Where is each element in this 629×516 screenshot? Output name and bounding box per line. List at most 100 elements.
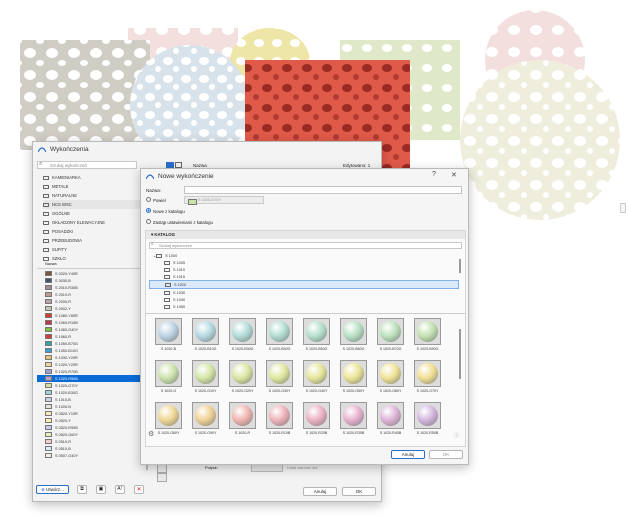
finish-swatch[interactable]: S 1020-R xyxy=(226,402,259,446)
duplicate-icon-button[interactable]: ⧉ xyxy=(77,485,87,494)
material-row[interactable]: S 1020-B30G xyxy=(37,389,145,396)
finish-swatch[interactable]: S 1020-B50G xyxy=(300,318,333,362)
material-row[interactable]: S 2010-R30B xyxy=(37,284,145,291)
material-row[interactable]: S 0507-G40Y xyxy=(37,452,145,459)
material-row[interactable]: S 1060-G40Y xyxy=(37,326,145,333)
finish-swatch[interactable]: S 1020-G70Y xyxy=(411,360,444,404)
material-row[interactable]: S 1010-B xyxy=(37,396,145,403)
material-row[interactable]: S 1080-Y80R xyxy=(37,312,145,319)
catalog-tree-scrollbar[interactable] xyxy=(459,259,461,273)
finish-swatch[interactable]: S 1020-R20B xyxy=(300,402,333,446)
material-row[interactable]: S 0020-Y40R xyxy=(37,270,145,277)
finish-swatch[interactable]: S 1020-R50B xyxy=(411,402,444,446)
finishes-search-input[interactable]: Szukaj wykończeń xyxy=(37,161,137,169)
catalog-tree-item[interactable]: S 1015 xyxy=(149,273,459,280)
material-row[interactable]: S 0520-R90B xyxy=(37,424,145,431)
material-row[interactable]: S 3030-B xyxy=(37,277,145,284)
folder-item[interactable]: OGÓLNE xyxy=(43,209,153,218)
folder-icon xyxy=(43,202,49,207)
finish-swatch[interactable]: S 1020-G10Y xyxy=(189,360,222,404)
property-checkbox-a[interactable] xyxy=(157,464,167,473)
catalog-tree-item[interactable]: S 1010 xyxy=(149,266,459,273)
material-row[interactable]: S 0515-R xyxy=(37,438,145,445)
finish-swatch[interactable]: S 1020-B xyxy=(152,318,185,362)
material-row[interactable]: S 1060-R10B xyxy=(37,319,145,326)
finish-swatch[interactable]: S 1020-G30Y xyxy=(263,360,296,404)
rename-icon-button[interactable]: Aᵀ xyxy=(115,485,125,494)
delete-icon-button[interactable]: ✕ xyxy=(134,485,144,494)
main-cancel-button[interactable]: Anuluj xyxy=(303,487,337,496)
folder-item[interactable]: METALE xyxy=(43,182,153,191)
swatch-grid-scrollbar[interactable] xyxy=(459,329,461,379)
folder-item[interactable]: OKŁADZINY ELEWACYJNE xyxy=(43,218,153,227)
material-row[interactable]: S 0520-Y xyxy=(37,417,145,424)
folder-item[interactable]: NATURALNE xyxy=(43,191,153,200)
material-row[interactable]: S 2010-R xyxy=(37,291,145,298)
new-finish-button[interactable]: ⊕ Utwórz... xyxy=(36,485,69,494)
finish-swatch[interactable]: S 1020-G50Y xyxy=(337,360,370,404)
catalog-header[interactable]: ▾ KATALOG xyxy=(146,231,465,239)
main-ok-button[interactable]: OK xyxy=(342,487,376,496)
material-row[interactable]: S 2002-Y xyxy=(37,305,145,312)
material-row[interactable]: S 1050-B10G xyxy=(37,347,145,354)
finish-swatch[interactable]: S 1020-G xyxy=(152,360,185,404)
material-row[interactable]: S 0520-G60Y xyxy=(37,431,145,438)
folder-label: METALE xyxy=(52,184,69,189)
finish-swatch[interactable]: S 1020-G60Y xyxy=(374,360,407,404)
finish-swatch[interactable]: S 1020-G20Y xyxy=(226,360,259,404)
help-icon[interactable]: ? xyxy=(432,171,436,178)
folder-icon xyxy=(164,290,170,295)
sphere-preview xyxy=(158,363,179,384)
material-row[interactable]: S 2005-R xyxy=(37,298,145,305)
finish-swatch[interactable]: S 1020-G40Y xyxy=(300,360,333,404)
material-row[interactable]: S 0520-Y10R xyxy=(37,410,145,417)
material-row[interactable]: S 1050-B70G xyxy=(37,340,145,347)
finish-swatch[interactable]: S 1020-G90Y xyxy=(189,402,222,446)
dialog-cancel-button[interactable]: Anuluj xyxy=(391,450,425,459)
finish-swatch[interactable]: S 1020-R10B xyxy=(263,402,296,446)
material-row[interactable]: S 1020-Y20R xyxy=(37,361,145,368)
duplicate-radio[interactable] xyxy=(146,197,151,202)
material-row[interactable]: S 0510-B xyxy=(37,445,145,452)
catalog-tree-item[interactable]: S 1040 xyxy=(149,296,459,303)
finish-swatch[interactable]: S 1020-R30B xyxy=(337,402,370,446)
material-row[interactable]: S 1060-R xyxy=(37,333,145,340)
name-input[interactable] xyxy=(184,186,462,194)
catalog-tree-item[interactable]: S 1030 xyxy=(149,289,459,296)
finish-swatch[interactable]: S 1020-B70G xyxy=(374,318,407,362)
settings-gear-icon[interactable]: ⚙ xyxy=(148,430,154,438)
material-row[interactable]: S 1020-G70Y xyxy=(37,382,145,389)
folder-item[interactable]: PRZEBUDOWA xyxy=(43,236,153,245)
material-row[interactable]: S 1020-R50B xyxy=(37,375,145,382)
finish-swatch[interactable]: S 1020-B40G xyxy=(263,318,296,362)
catalog-tree-item[interactable]: S 1020 xyxy=(149,280,459,289)
finish-swatch[interactable]: S 1020-B30G xyxy=(226,318,259,362)
catalog-tree-item[interactable]: ⌄ S 1000 xyxy=(149,252,459,259)
save-icon-button[interactable]: ▣ xyxy=(96,485,106,494)
link-catalog-radio[interactable] xyxy=(146,219,151,224)
finish-swatch[interactable]: S 1020-G80Y xyxy=(152,402,185,446)
catalog-tree-item[interactable]: S 1050 xyxy=(149,303,459,310)
finish-swatch[interactable]: S 1020-B60G xyxy=(337,318,370,362)
new-from-catalog-radio[interactable] xyxy=(146,208,151,213)
duplicate-dropdown[interactable]: S 1020-G70Y xyxy=(184,196,264,205)
side-handle[interactable] xyxy=(620,203,626,213)
catalog-search-input[interactable]: Szukaj wykończeń xyxy=(149,242,462,249)
finish-swatch[interactable]: S 1020-R40B xyxy=(374,402,407,446)
folder-item[interactable]: POSADZKI xyxy=(43,227,153,236)
material-swatch xyxy=(45,341,52,346)
finish-swatch[interactable]: S 1020-B10G xyxy=(189,318,222,362)
dialog-ok-button[interactable]: OK xyxy=(429,450,463,459)
info-icon[interactable]: ⓘ xyxy=(454,432,459,439)
material-row[interactable]: S 1030-Y20R xyxy=(37,354,145,361)
folder-icon xyxy=(164,304,170,309)
catalog-tree-item[interactable]: S 1005 xyxy=(149,259,459,266)
finish-swatch[interactable]: S 1020-B90G xyxy=(411,318,444,362)
folder-item[interactable]: SUFITY xyxy=(43,245,153,254)
material-row[interactable]: S 1020-R70B xyxy=(37,368,145,375)
property-checkbox-b[interactable] xyxy=(157,473,167,482)
close-icon[interactable]: ✕ xyxy=(451,171,457,179)
folder-item[interactable]: NCS WSC xyxy=(43,200,153,209)
folder-item[interactable]: KAMIENIARKA xyxy=(43,173,153,182)
material-row[interactable]: S 1000-N xyxy=(37,403,145,410)
